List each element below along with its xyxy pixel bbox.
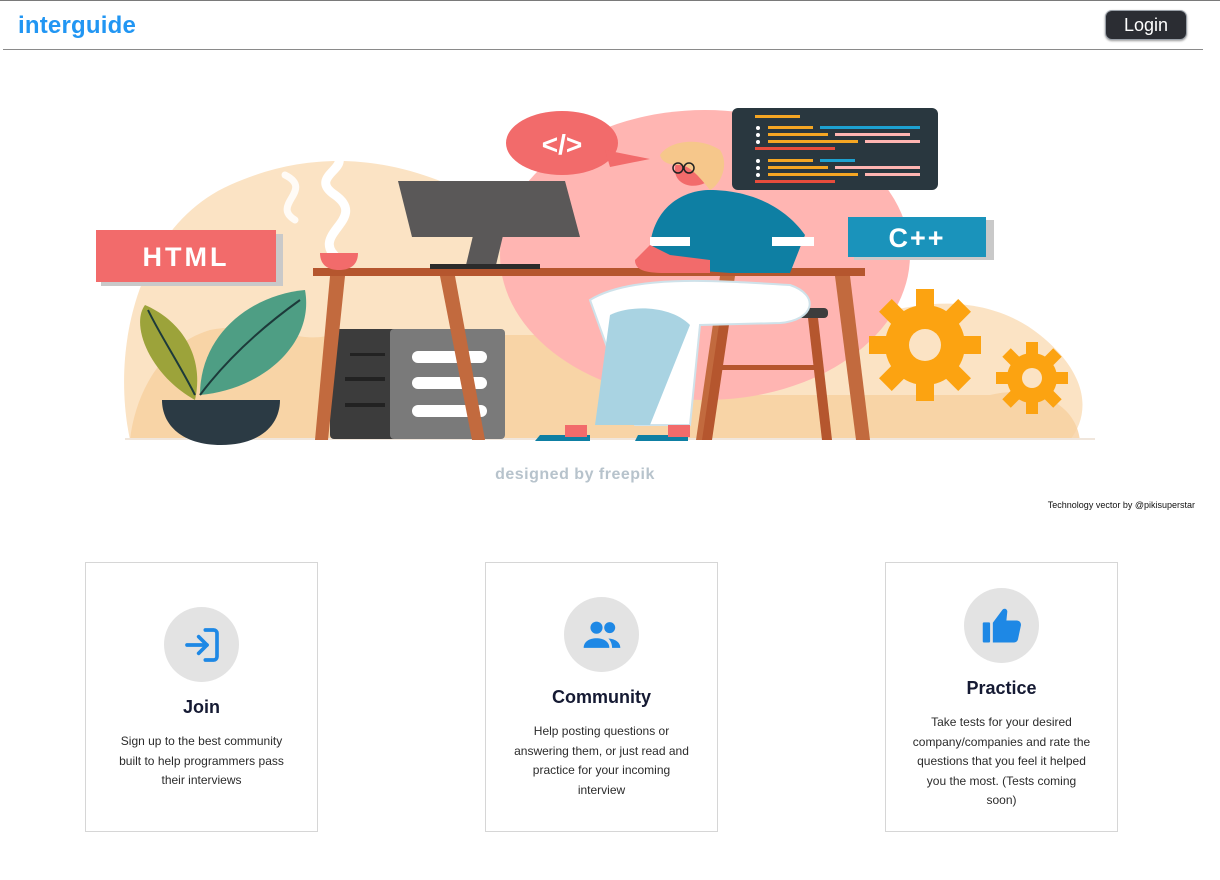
join-icon-circle: [164, 607, 239, 682]
feature-title: Community: [552, 687, 651, 707]
html-label: HTML: [143, 242, 230, 272]
feature-description: Help posting questions or answering them…: [514, 724, 689, 797]
feature-card-join: Join Sign up to the best community built…: [85, 562, 318, 832]
practice-icon-circle: [964, 588, 1039, 663]
code-bubble-label: </>: [542, 129, 582, 160]
feature-description: Take tests for your desired company/comp…: [912, 715, 1091, 807]
small-gear-icon: [996, 342, 1068, 414]
navbar: interguide Login: [3, 1, 1203, 50]
login-icon: [184, 627, 219, 662]
thumb-up-icon: [982, 608, 1021, 642]
feature-title: Practice: [966, 678, 1037, 698]
feature-title: Join: [182, 697, 220, 717]
login-button[interactable]: Login: [1105, 10, 1187, 40]
cpp-label: C++: [888, 223, 945, 253]
image-credit: Technology vector by @pikisuperstar: [1047, 500, 1195, 510]
freepik-watermark: designed by freepik: [495, 466, 655, 483]
brand-logo[interactable]: interguide: [18, 12, 136, 40]
people-icon: [583, 621, 620, 648]
feature-card-practice: Practice Take tests for your desired com…: [885, 562, 1118, 832]
hero-image: HTML </> C++ designed by freepik: [96, 108, 1095, 483]
cabinet-dark: [330, 329, 400, 439]
hero-illustration: HTML </> C++ designed by freepik: [90, 95, 1100, 495]
community-icon-circle: [564, 597, 639, 672]
feature-description: Sign up to the best community built to h…: [119, 734, 284, 787]
feature-card-community: Community Help posting questions or answ…: [485, 562, 718, 832]
gear-icon: [869, 289, 981, 401]
